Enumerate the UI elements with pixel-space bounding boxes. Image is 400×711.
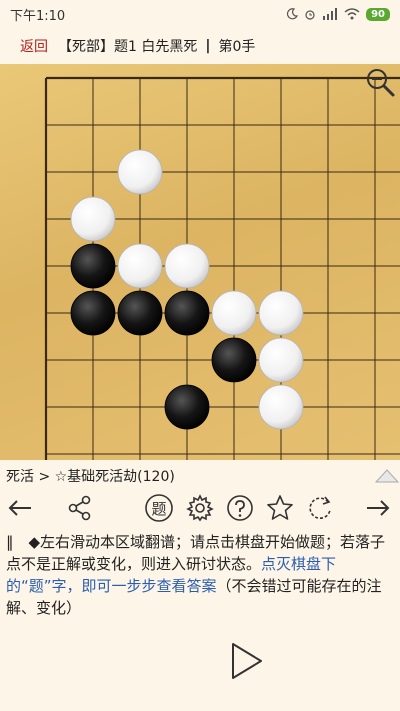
problem-title: 【死部】题1 白先黑死 [58,39,198,55]
breadcrumb[interactable]: 死活 > ☆基础死活劫(120) [6,466,175,486]
white-stone [164,243,210,289]
white-stone [211,290,257,336]
battery-indicator: 90 [366,7,390,21]
go-board[interactable] [0,64,400,460]
black-stone [164,384,210,430]
white-stone [70,196,116,242]
black-stone [164,290,210,336]
problem-button[interactable]: 题 [143,492,175,524]
comment-area[interactable]: ‖ ◆左右滑动本区域翻谱；请点击棋盘开始做题；若落子点不是正解或变化，则进入研讨… [6,531,394,619]
settings-icon [186,494,214,522]
prev-button[interactable] [4,492,36,524]
arrow-left-icon [8,500,31,516]
wifi-icon [344,8,360,20]
problem-icon: 题 [145,494,173,522]
white-stone [117,149,163,195]
zoom-out-icon[interactable] [364,66,396,98]
refresh-button[interactable] [304,492,336,524]
help-button[interactable] [224,492,256,524]
title-bar: 返回 【死部】题1 白先黑死 | 第0手 [0,28,400,64]
status-icons: 90 [286,7,390,21]
black-stone [211,337,257,383]
moon-icon [287,8,299,20]
favorite-button[interactable] [264,492,296,524]
white-stone [258,384,304,430]
refresh-icon [309,496,331,519]
white-stone [117,243,163,289]
board-grid[interactable] [0,64,400,460]
black-stone [70,290,116,336]
share-icon [68,495,91,521]
black-stone [117,290,163,336]
signal-icon [323,8,338,20]
status-bar: 下午1:10 90 [0,0,400,28]
problem-char: 题 [151,500,166,518]
help-icon [227,495,253,521]
status-time: 下午1:10 [10,8,66,24]
next-button[interactable] [362,492,394,524]
share-button[interactable] [64,492,96,524]
alarm-icon [305,10,315,20]
move-counter: 第0手 [218,39,256,55]
star-icon [267,495,293,520]
title-separator: | [205,38,211,54]
play-icon[interactable] [225,640,267,682]
arrow-right-icon [367,500,390,516]
collapse-arrow-icon[interactable] [374,466,400,484]
toolbar: 题 [0,488,400,528]
back-button[interactable]: 返回 [20,36,48,56]
white-stone [258,290,304,336]
white-stone [258,337,304,383]
settings-button[interactable] [184,492,216,524]
black-stone [70,243,116,289]
